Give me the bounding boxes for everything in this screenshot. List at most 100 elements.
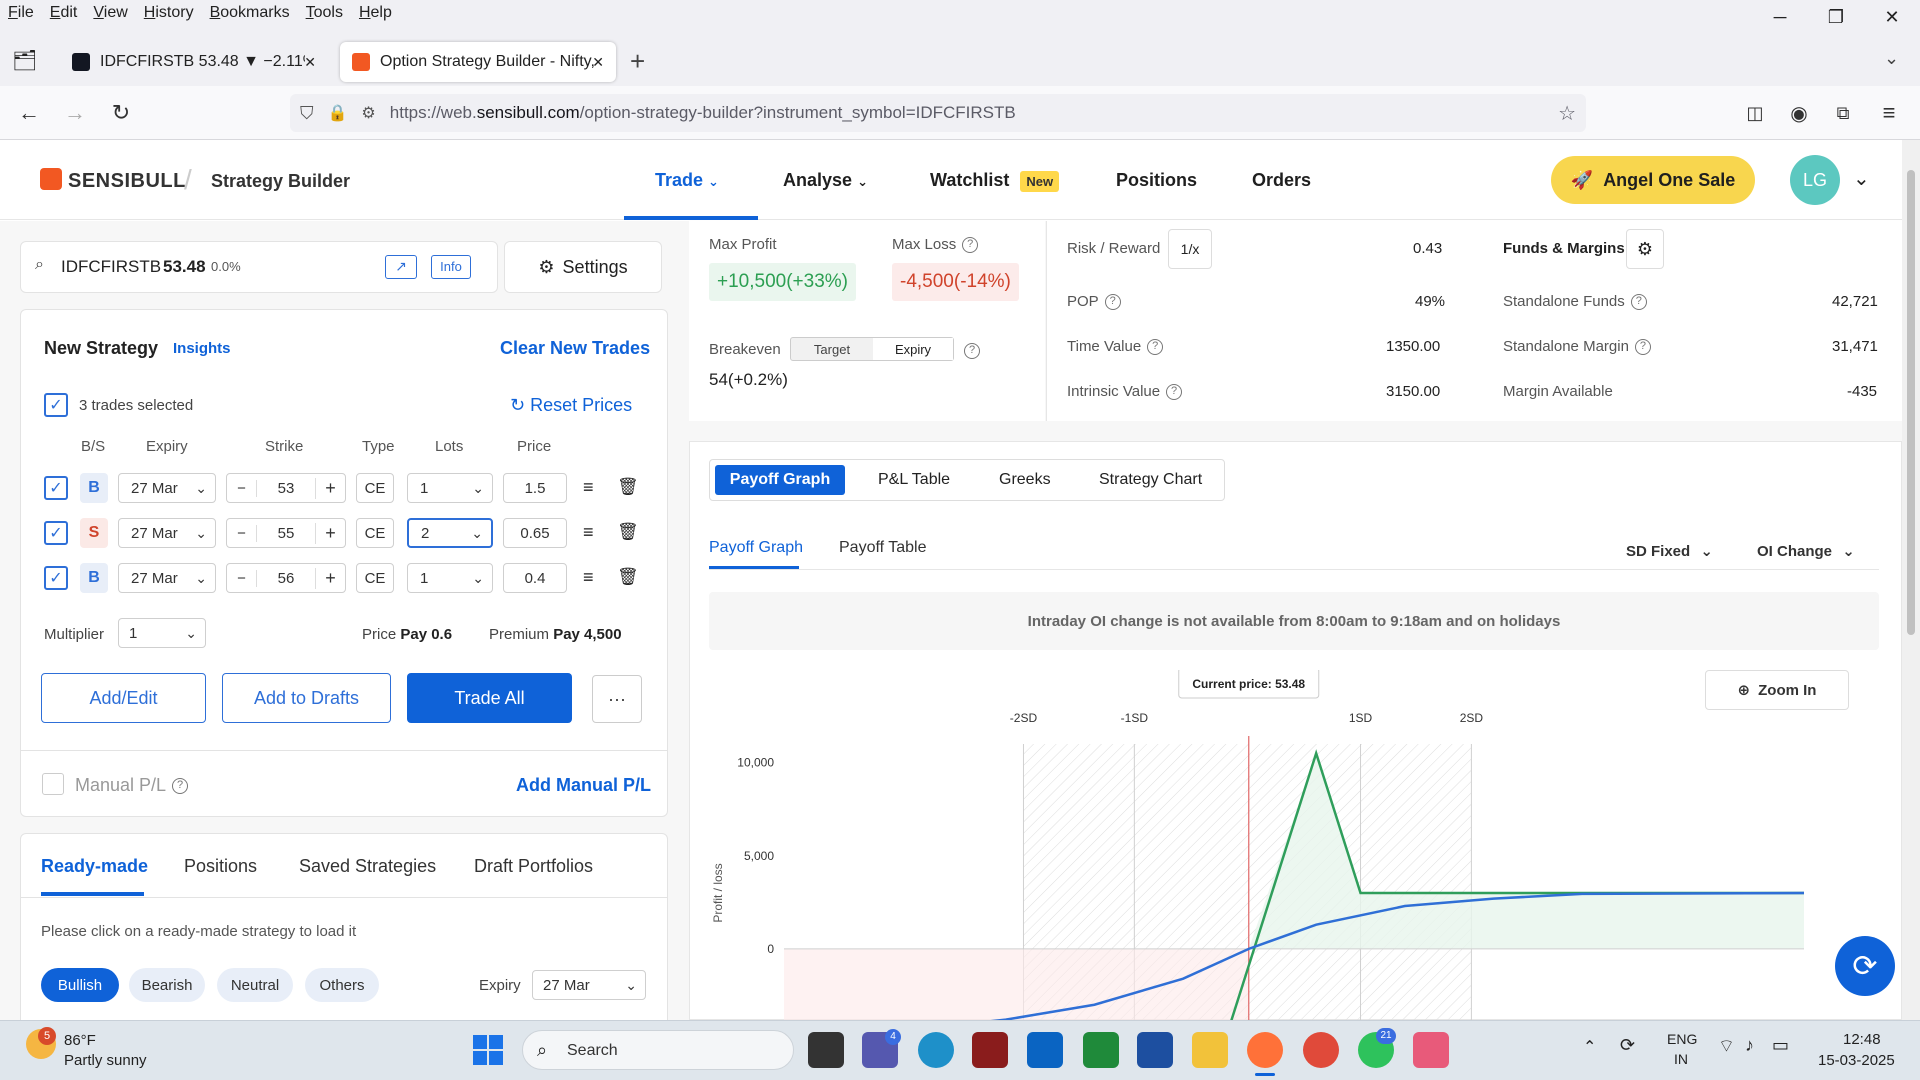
minus-icon[interactable]: −: [227, 569, 257, 587]
symbol-search[interactable]: ⌕ IDFCFIRSTB 53.48 0.0% ↗ Info: [20, 241, 498, 293]
select-all-checkbox[interactable]: ✓: [44, 393, 68, 417]
multiplier-select[interactable]: 1 ⌄: [118, 618, 206, 648]
drag-handle-icon[interactable]: ≡: [583, 567, 594, 588]
trash-icon[interactable]: 🗑: [617, 567, 639, 587]
plus-icon[interactable]: +: [315, 477, 345, 499]
tab-draft-portfolios[interactable]: Draft Portfolios: [474, 856, 593, 877]
help-icon[interactable]: ?: [964, 343, 980, 359]
buy-sell-toggle[interactable]: B: [80, 473, 108, 503]
lots-select[interactable]: 2 ⌄: [407, 518, 493, 548]
xbox-icon[interactable]: [1083, 1032, 1119, 1068]
help-icon[interactable]: ?: [1104, 294, 1121, 311]
menu-view[interactable]: View: [85, 4, 135, 22]
back-icon[interactable]: ←: [10, 94, 48, 132]
sync-icon[interactable]: ⟳: [1620, 1035, 1635, 1056]
tab-close-icon[interactable]: ✕: [304, 54, 316, 71]
gear-icon[interactable]: ⚙: [1626, 229, 1664, 269]
expiry-select[interactable]: 27 Mar ⌄: [118, 563, 216, 593]
outlook-icon[interactable]: [1027, 1032, 1063, 1068]
menu-file[interactable]: File: [0, 4, 42, 22]
chevron-up-icon[interactable]: ⌃: [1583, 1037, 1596, 1057]
bookmark-star-icon[interactable]: ☆: [1558, 101, 1576, 126]
clear-new-trades-link[interactable]: Clear New Trades: [500, 338, 650, 359]
wifi-icon[interactable]: ⌔: [1718, 1035, 1735, 1058]
taskbar-search[interactable]: ⌕ Search: [522, 1030, 794, 1070]
pill-others[interactable]: Others: [305, 968, 379, 1002]
option-type[interactable]: CE: [356, 518, 394, 548]
plus-icon[interactable]: +: [315, 522, 345, 544]
insights-link[interactable]: Insights: [173, 340, 231, 357]
new-tab-icon[interactable]: +: [630, 46, 645, 77]
account-icon[interactable]: ◉: [1780, 94, 1818, 132]
menu-edit[interactable]: Edit: [42, 4, 86, 22]
option-type[interactable]: CE: [356, 563, 394, 593]
clock-time[interactable]: 12:48: [1843, 1031, 1881, 1048]
firefox-icon[interactable]: [1247, 1032, 1283, 1068]
payoff-chart[interactable]: -2SD-1SD1SD2SD10,0005,0000-5,000Profit /…: [700, 670, 1840, 1020]
tab-close-icon[interactable]: ✕: [592, 54, 604, 71]
extensions-icon[interactable]: ⧉: [1824, 94, 1862, 132]
store-icon[interactable]: [1137, 1032, 1173, 1068]
permissions-icon[interactable]: ⚙: [361, 103, 375, 123]
strike-stepper[interactable]: − 56 +: [226, 563, 346, 593]
trash-icon[interactable]: 🗑: [617, 522, 639, 542]
menu-history[interactable]: History: [136, 4, 202, 22]
app-icon[interactable]: [972, 1032, 1008, 1068]
price-input[interactable]: 0.65: [503, 518, 567, 548]
lock-icon[interactable]: 🔒: [328, 103, 348, 123]
help-icon[interactable]: ?: [1630, 294, 1647, 311]
task-view-icon[interactable]: [808, 1032, 844, 1068]
manual-pl-checkbox[interactable]: [42, 773, 64, 795]
help-icon[interactable]: ?: [1634, 339, 1651, 356]
volume-icon[interactable]: ♪: [1745, 1035, 1754, 1056]
angel-one-sale-button[interactable]: 🚀 Angel One Sale: [1551, 156, 1755, 204]
minus-icon[interactable]: −: [227, 524, 257, 542]
tab-strategy-chart[interactable]: Strategy Chart: [1099, 471, 1202, 489]
tab-payoff-graph[interactable]: Payoff Graph: [715, 465, 845, 495]
chevron-down-icon[interactable]: ⌄: [1853, 166, 1870, 191]
plus-icon[interactable]: +: [315, 567, 345, 589]
app-logo[interactable]: SENSIBULL: [68, 170, 186, 193]
menu-bookmarks[interactable]: Bookmarks: [202, 4, 298, 22]
lots-select[interactable]: 1 ⌄: [407, 473, 493, 503]
nav-watchlist[interactable]: Watchlist New: [930, 170, 1060, 192]
settings-button[interactable]: ⚙ Settings: [504, 241, 662, 293]
tab-ready-made[interactable]: Ready-made: [41, 856, 148, 877]
buy-sell-toggle[interactable]: B: [80, 563, 108, 593]
tab-sensibull[interactable]: Option Strategy Builder - Nifty, ✕: [340, 42, 616, 82]
buy-sell-toggle[interactable]: S: [80, 518, 108, 548]
snipping-tool-icon[interactable]: [1413, 1032, 1449, 1068]
pill-bearish[interactable]: Bearish: [129, 968, 205, 1002]
trade-checkbox[interactable]: ✓: [44, 476, 68, 500]
menu-help[interactable]: Help: [351, 4, 400, 22]
language-primary[interactable]: ENG: [1667, 1031, 1697, 1047]
chevron-down-icon[interactable]: ⌄: [1884, 48, 1899, 69]
add-manual-pl-link[interactable]: Add Manual P/L: [516, 775, 651, 796]
drag-handle-icon[interactable]: ≡: [583, 477, 594, 498]
tab-saved-strategies[interactable]: Saved Strategies: [299, 856, 436, 877]
pill-neutral[interactable]: Neutral: [217, 968, 293, 1002]
trade-checkbox[interactable]: ✓: [44, 566, 68, 590]
tab-greeks[interactable]: Greeks: [999, 471, 1051, 489]
sensibull-logo-icon[interactable]: [40, 168, 62, 190]
add-edit-button[interactable]: Add/Edit: [41, 673, 206, 723]
nav-analyse[interactable]: Analyse ⌄: [783, 170, 868, 191]
reset-prices-link[interactable]: ↻ Reset Prices: [510, 395, 632, 416]
minus-icon[interactable]: −: [227, 479, 257, 497]
target-option[interactable]: Target: [791, 338, 873, 360]
price-input[interactable]: 1.5: [503, 473, 567, 503]
hamburger-menu-icon[interactable]: ≡: [1870, 94, 1908, 132]
edge-icon[interactable]: [918, 1032, 954, 1068]
risk-toggle-button[interactable]: 1/x: [1168, 229, 1212, 269]
pill-bullish[interactable]: Bullish: [41, 968, 119, 1002]
sd-fixed-dropdown[interactable]: SD Fixed ⌄: [1626, 542, 1713, 560]
more-options-button[interactable]: ···: [592, 675, 642, 723]
file-explorer-icon[interactable]: [1192, 1032, 1228, 1068]
tab-positions[interactable]: Positions: [184, 856, 257, 877]
pocket-icon[interactable]: ◫: [1736, 94, 1774, 132]
lots-select[interactable]: 1 ⌄: [407, 563, 493, 593]
strike-stepper[interactable]: − 53 +: [226, 473, 346, 503]
language-secondary[interactable]: IN: [1674, 1051, 1688, 1067]
readymade-expiry-select[interactable]: 27 Mar ⌄: [532, 970, 646, 1000]
refresh-fab-icon[interactable]: ⟳: [1835, 936, 1895, 996]
